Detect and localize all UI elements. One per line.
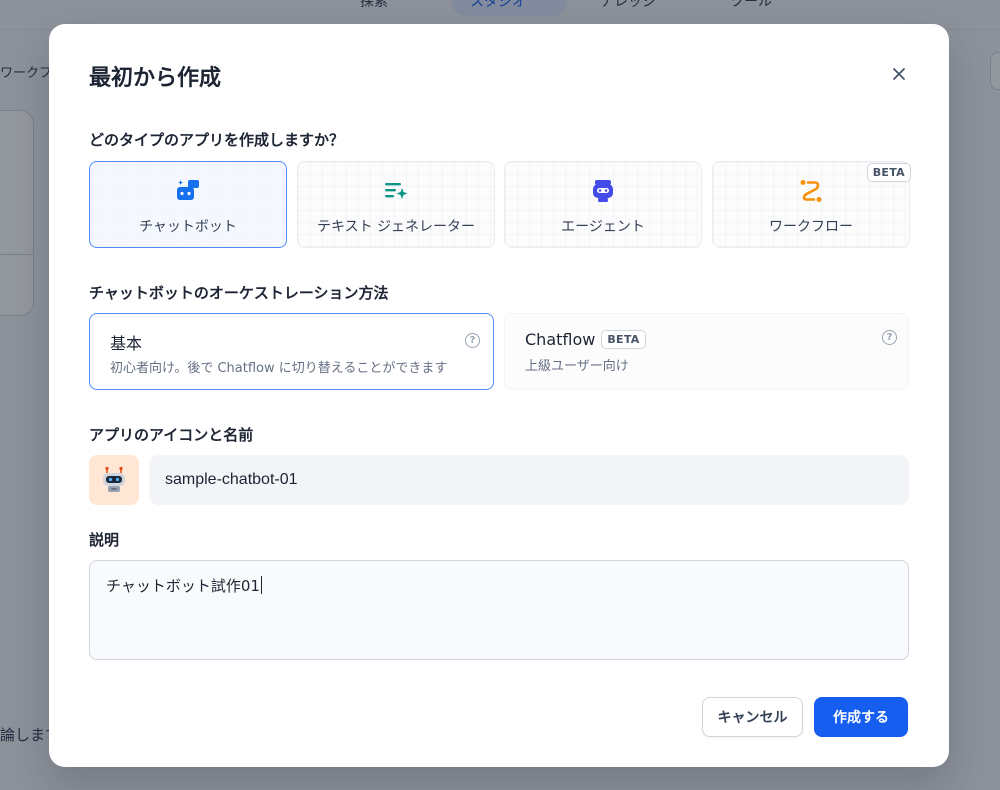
orchestration-basic[interactable]: 基本 初心者向け。後で Chatflow に切り替えることができます ?	[89, 313, 494, 390]
chatbot-icon	[177, 180, 199, 200]
text-generator-icon	[385, 183, 408, 199]
orchestration-chatflow-title: Chatflow BETA	[525, 330, 646, 349]
app-type-question: どのタイプのアプリを作成しますか？	[89, 131, 345, 149]
workflow-beta-badge: BETA	[866, 163, 911, 182]
robot-icon	[103, 466, 125, 492]
create-app-modal: 最初から作成 どのタイプのアプリを作成しますか？ チャットボット テキスト ジェ…	[49, 24, 949, 767]
close-icon	[893, 68, 905, 80]
create-button[interactable]: 作成する	[814, 697, 908, 737]
orchestration-label: チャットボットのオーケストレーション方法	[89, 284, 389, 302]
help-icon[interactable]: ?	[465, 333, 480, 348]
orchestration-chatflow-description: 上級ユーザー向け	[525, 359, 629, 374]
app-icon-picker[interactable]	[89, 455, 139, 505]
help-icon[interactable]: ?	[882, 330, 897, 345]
icon-name-label: アプリのアイコンと名前	[89, 426, 254, 444]
orchestration-basic-title-text: 基本	[110, 334, 143, 353]
app-type-workflow-label: ワークフロー	[769, 219, 853, 235]
app-type-chatbot-label: チャットボット	[139, 219, 237, 235]
description-text: チャットボット試作01	[106, 577, 260, 595]
description-textarea[interactable]: チャットボット試作01	[89, 560, 909, 660]
orchestration-chatflow-title-text: Chatflow	[525, 330, 596, 349]
cancel-button[interactable]: キャンセル	[702, 697, 803, 737]
orchestration-chatflow[interactable]: Chatflow BETA 上級ユーザー向け ?	[504, 313, 909, 390]
app-type-agent-label: エージェント	[561, 219, 645, 235]
workflow-icon	[800, 180, 822, 202]
chatflow-beta-badge: BETA	[601, 330, 646, 349]
description-label: 説明	[89, 531, 120, 549]
close-button[interactable]	[887, 62, 911, 86]
agent-icon	[593, 180, 613, 202]
app-type-workflow[interactable]: ワークフロー BETA	[712, 161, 911, 248]
app-type-chatbot[interactable]: チャットボット	[89, 161, 287, 248]
modal-title: 最初から作成	[89, 66, 222, 91]
app-type-text-generator[interactable]: テキスト ジェネレーター	[297, 161, 495, 248]
app-type-text-generator-label: テキスト ジェネレーター	[316, 219, 476, 235]
orchestration-basic-title: 基本	[110, 330, 142, 354]
app-name-input[interactable]	[149, 455, 909, 505]
app-type-agent[interactable]: エージェント	[504, 161, 702, 248]
text-caret	[260, 576, 262, 594]
orchestration-basic-description: 初心者向け。後で Chatflow に切り替えることができます	[110, 361, 448, 376]
